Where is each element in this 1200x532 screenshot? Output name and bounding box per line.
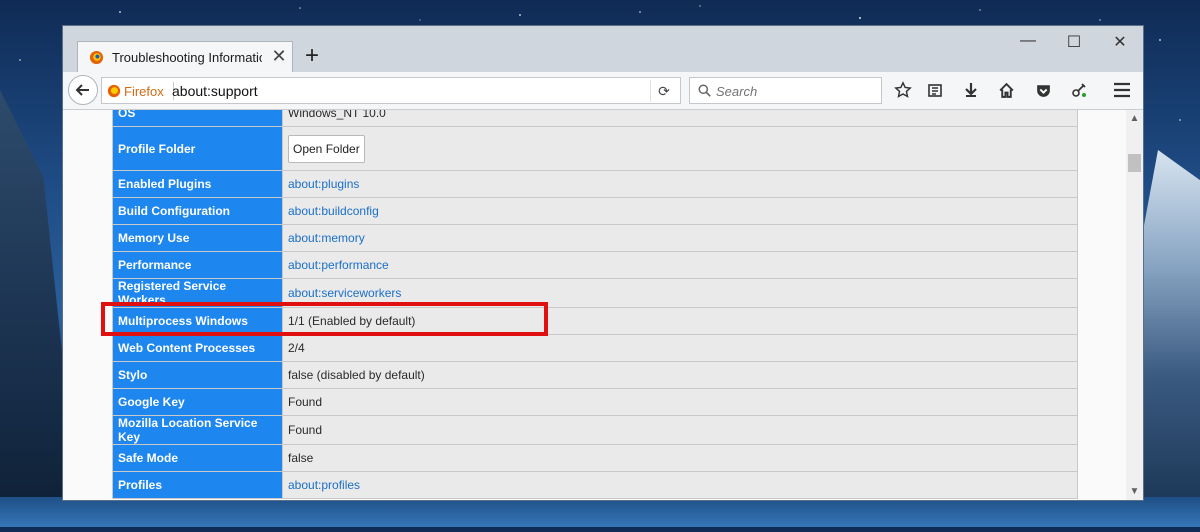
table-row: Stylo false (disabled by default) [112, 361, 1078, 389]
table-row: Safe Mode false [112, 444, 1078, 472]
table-row: Google Key Found [112, 388, 1078, 416]
table-row: Build Configuration about:buildconfig [112, 197, 1078, 225]
highlight-annotation-box [101, 302, 548, 336]
row-link[interactable]: about:buildconfig [288, 204, 379, 218]
scroll-down-icon[interactable]: ▼ [1126, 486, 1143, 497]
row-key: Safe Mode [112, 444, 283, 472]
reading-list-icon[interactable] [923, 79, 947, 101]
table-row: Performance about:performance [112, 251, 1078, 279]
row-value: about:buildconfig [282, 197, 1078, 225]
row-value: about:memory [282, 224, 1078, 252]
row-value: false [282, 444, 1078, 472]
row-link[interactable]: about:performance [288, 258, 389, 272]
open-folder-button[interactable]: Open Folder [288, 134, 365, 163]
row-value: false (disabled by default) [282, 361, 1078, 389]
tab-close-icon[interactable]: ✕ [270, 46, 288, 67]
row-link[interactable]: about:profiles [288, 478, 360, 492]
row-value-text: Found [288, 395, 323, 409]
row-link[interactable]: about:serviceworkers [288, 286, 401, 300]
table-row: Enabled Plugins about:plugins [112, 170, 1078, 198]
star-icon[interactable] [891, 79, 915, 101]
search-placeholder: Search [716, 84, 758, 99]
row-key: Build Configuration [112, 197, 283, 225]
navigation-toolbar: Firefox about:support ⟳ Search [63, 72, 1143, 110]
table-row: Memory Use about:memory [112, 224, 1078, 252]
tab-title: Troubleshooting Information [112, 50, 262, 65]
table-row: Profiles about:profiles [112, 471, 1078, 499]
firefox-icon [107, 84, 121, 98]
row-value-text: false [288, 451, 314, 465]
tab-strip: Troubleshooting Information ✕ + — ☐ ✕ [63, 26, 1143, 72]
reload-icon[interactable]: ⟳ [650, 80, 677, 102]
row-key: Google Key [112, 388, 283, 416]
pocket-icon[interactable] [1031, 79, 1055, 101]
back-button[interactable] [68, 75, 98, 105]
row-key: OS [112, 110, 283, 127]
url-text[interactable]: about:support [172, 83, 258, 99]
tab-troubleshooting[interactable]: Troubleshooting Information ✕ [77, 41, 293, 72]
identity-label: Firefox [124, 83, 164, 99]
row-value: Found [282, 388, 1078, 416]
wallpaper-mountain-left [0, 90, 62, 527]
tools-icon[interactable] [1067, 79, 1091, 101]
row-key: Profile Folder [112, 126, 283, 171]
row-value-text: Windows_NT 10.0 [288, 110, 386, 120]
table-row: Web Content Processes 2/4 [112, 334, 1078, 362]
row-link[interactable]: about:memory [288, 231, 365, 245]
download-icon[interactable] [959, 79, 983, 101]
row-value: about:performance [282, 251, 1078, 279]
search-input[interactable]: Search [689, 77, 882, 104]
home-icon[interactable] [994, 79, 1018, 101]
new-tab-button[interactable]: + [301, 44, 323, 68]
firefox-icon [89, 50, 104, 65]
minimize-button[interactable]: — [1015, 32, 1041, 50]
close-window-button[interactable]: ✕ [1107, 32, 1133, 52]
row-value: about:profiles [282, 471, 1078, 499]
wallpaper-lake [0, 497, 1200, 527]
table-row: Profile Folder Open Folder [112, 126, 1078, 171]
row-value: Open Folder [282, 126, 1078, 171]
back-arrow-icon [75, 84, 89, 96]
row-value: Found [282, 415, 1078, 445]
table-row: Mozilla Location Service Key Found [112, 415, 1078, 445]
vertical-scrollbar[interactable]: ▲ ▼ [1126, 110, 1143, 500]
menu-icon[interactable] [1110, 79, 1134, 101]
row-link[interactable]: about:plugins [288, 177, 359, 191]
row-value-text: false (disabled by default) [288, 368, 425, 382]
row-key: Profiles [112, 471, 283, 499]
url-bar[interactable]: Firefox about:support ⟳ [101, 77, 681, 104]
row-value-text: Found [288, 423, 323, 437]
row-key: Enabled Plugins [112, 170, 283, 198]
identity-box[interactable]: Firefox [107, 82, 174, 100]
row-value: about:plugins [282, 170, 1078, 198]
row-key: Stylo [112, 361, 283, 389]
row-value: Windows_NT 10.0 [282, 110, 1078, 127]
row-key: Performance [112, 251, 283, 279]
search-icon [698, 84, 711, 97]
row-value: 2/4 [282, 334, 1078, 362]
scroll-up-icon[interactable]: ▲ [1126, 113, 1143, 124]
scrollbar-thumb[interactable] [1128, 154, 1141, 172]
row-key: Memory Use [112, 224, 283, 252]
table-row: OS Windows_NT 10.0 [112, 110, 1078, 127]
row-key: Mozilla Location Service Key [112, 415, 283, 445]
maximize-button[interactable]: ☐ [1061, 32, 1087, 52]
row-value-text: 2/4 [288, 341, 305, 355]
row-key: Web Content Processes [112, 334, 283, 362]
browser-window: Troubleshooting Information ✕ + — ☐ ✕ Fi… [63, 26, 1143, 500]
